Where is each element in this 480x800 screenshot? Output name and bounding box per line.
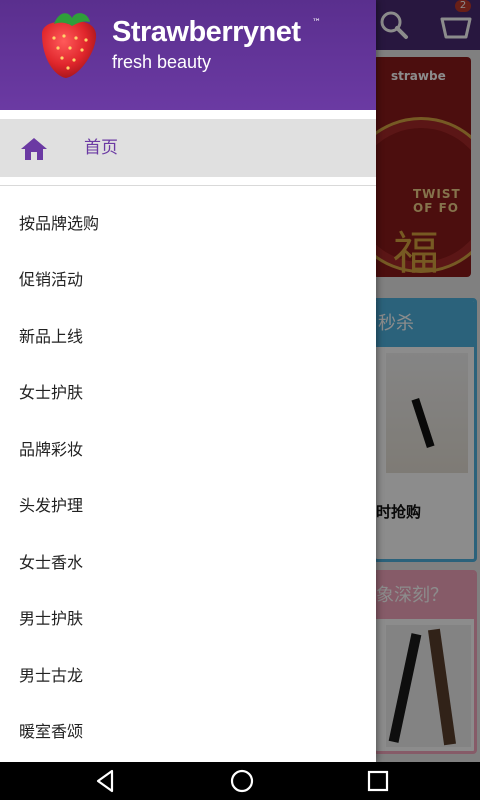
brand-tagline: fresh beauty: [112, 52, 212, 72]
drawer-scrim[interactable]: [376, 0, 480, 762]
strawberry-logo-icon: [42, 13, 97, 78]
drawer-item-label: 暖室香颂: [19, 722, 84, 741]
drawer-item-home[interactable]: [0, 119, 376, 177]
drawer-item-womens-skincare[interactable]: 女士护肤: [0, 367, 376, 423]
drawer-item-shop-by-brand[interactable]: 按品牌选购: [0, 198, 376, 254]
drawer-header: Strawberrynet ™ fresh beauty: [0, 0, 376, 110]
drawer-item-new-arrivals[interactable]: 新品上线: [0, 311, 376, 367]
drawer-item-label: 头发护理: [19, 496, 84, 515]
drawer-item-haircare[interactable]: 头发护理: [0, 480, 376, 536]
drawer-divider: [0, 185, 376, 186]
drawer-item-label: 新品上线: [19, 327, 84, 346]
brand-name: Strawberrynet: [112, 16, 301, 48]
drawer-item-label: 促销活动: [19, 270, 84, 289]
navigation-drawer: Strawberrynet ™ fresh beauty 首页 按品牌选购 促销…: [0, 0, 376, 762]
drawer-item-label: 按品牌选购: [19, 214, 100, 233]
drawer-item-label: 女士护肤: [19, 383, 84, 402]
system-navigation-bar: [0, 762, 480, 800]
drawer-item-label: 品牌彩妆: [19, 440, 84, 459]
drawer-item-label: 女士香水: [19, 553, 84, 572]
back-icon[interactable]: [91, 766, 121, 796]
home-button-icon[interactable]: [227, 766, 257, 796]
drawer-item-label: 男士护肤: [19, 609, 84, 628]
drawer-item-home-scents[interactable]: 暖室香颂: [0, 706, 376, 762]
drawer-item-womens-fragrance[interactable]: 女士香水: [0, 537, 376, 593]
drawer-item-label: 男士古龙: [19, 666, 84, 685]
home-icon: [21, 138, 47, 160]
drawer-item-home-label: 首页: [84, 138, 118, 158]
drawer-item-promotions[interactable]: 促销活动: [0, 254, 376, 310]
drawer-item-mens-skincare[interactable]: 男士护肤: [0, 593, 376, 649]
recent-apps-icon[interactable]: [363, 766, 393, 796]
drawer-item-mens-cologne[interactable]: 男士古龙: [0, 650, 376, 706]
brand-trademark: ™: [312, 18, 321, 28]
drawer-item-makeup[interactable]: 品牌彩妆: [0, 424, 376, 480]
